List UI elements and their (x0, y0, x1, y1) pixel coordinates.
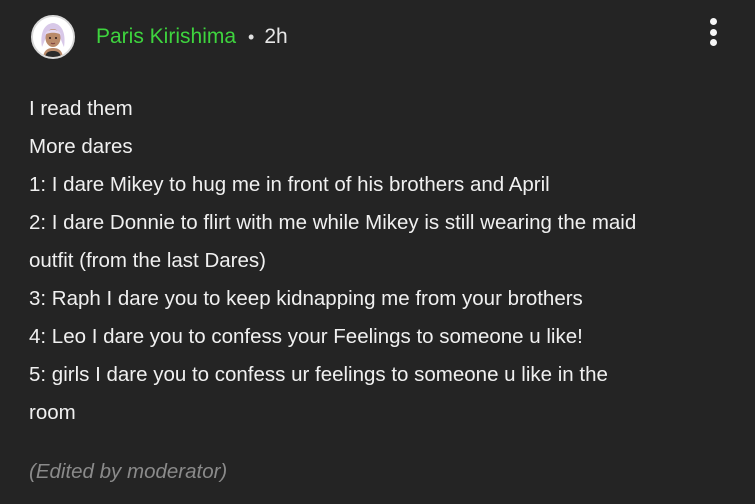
post-line: outfit (from the last Dares) (29, 249, 266, 272)
character-avatar-icon (33, 17, 73, 57)
post-line: More dares (29, 135, 133, 158)
post-line: room (29, 401, 76, 424)
more-vertical-icon (709, 18, 717, 25)
post-timestamp: 2h (264, 25, 288, 48)
post-line: 2: I dare Donnie to flirt with me while … (29, 211, 637, 234)
post-line: 1: I dare Mikey to hug me in front of hi… (29, 173, 550, 196)
more-options-button[interactable] (707, 18, 719, 46)
post-line: 3: Raph I dare you to keep kidnapping me… (29, 287, 583, 310)
post-header: Paris Kirishima • 2h (31, 14, 288, 60)
post-line: I read them (29, 97, 133, 120)
post-line: 4: Leo I dare you to confess your Feelin… (29, 325, 583, 348)
avatar[interactable] (31, 15, 75, 59)
more-vertical-icon-dot (709, 39, 717, 46)
edited-note: (Edited by moderator) (29, 460, 228, 483)
author-name[interactable]: Paris Kirishima (96, 25, 236, 49)
post-card: Paris Kirishima • 2h I read them More da… (0, 0, 755, 504)
post-line: 5: girls I dare you to confess ur feelin… (29, 363, 608, 386)
more-vertical-icon-dot (709, 28, 717, 36)
post-body: I read them More dares 1: I dare Mikey t… (29, 90, 729, 432)
meta-separator: • (248, 26, 255, 47)
